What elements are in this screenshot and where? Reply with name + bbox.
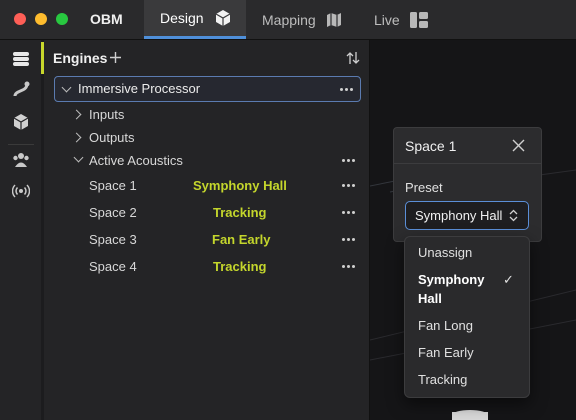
tree-row-processor[interactable]: Immersive Processor [54, 76, 361, 102]
close-window-button[interactable] [14, 13, 26, 25]
inputs-label: Inputs [89, 107, 125, 122]
sidebar-divider [8, 144, 34, 145]
space-name: Space 3 [89, 232, 137, 247]
processor-label: Immersive Processor [78, 81, 201, 96]
chevron-up-down-icon [509, 209, 518, 222]
checkmark-icon: ✓ [503, 272, 514, 287]
preset-dropdown-menu: Unassign Symphony Hall ✓ Fan Long Fan Ea… [404, 236, 530, 398]
popover-title: Space 1 [405, 138, 457, 154]
menu-item-symphony-hall[interactable]: Symphony Hall ✓ [418, 272, 518, 308]
popover-divider [394, 163, 541, 164]
menu-item-tracking[interactable]: Tracking [418, 372, 467, 387]
more-options-icon[interactable] [342, 265, 356, 269]
space-preset: Fan Early [212, 232, 271, 247]
panel-title: Engines [53, 50, 108, 66]
cube-icon [215, 10, 230, 26]
space-name: Space 4 [89, 259, 137, 274]
engines-panel: Engines Immersive Processor Inputs Outpu… [44, 40, 370, 420]
tab-mapping[interactable]: Mapping [262, 0, 352, 39]
cube-icon[interactable] [12, 113, 30, 131]
menu-item-unassign[interactable]: Unassign [418, 245, 472, 260]
acoustics-label: Active Acoustics [89, 153, 183, 168]
app-name: OBM [90, 11, 123, 27]
people-icon[interactable] [12, 151, 30, 169]
tab-live[interactable]: Live [374, 0, 434, 39]
chevron-down-icon[interactable] [73, 152, 84, 163]
outputs-label: Outputs [89, 130, 135, 145]
chevron-right-icon[interactable] [71, 109, 82, 120]
more-options-icon[interactable] [342, 238, 356, 242]
more-options-icon[interactable] [342, 184, 356, 188]
zoom-window-button[interactable] [56, 13, 68, 25]
sort-icon[interactable] [346, 51, 360, 65]
path-icon[interactable] [12, 81, 30, 99]
map-icon [326, 12, 341, 27]
tab-live-label: Live [374, 11, 400, 28]
tab-design-label: Design [160, 10, 204, 26]
tab-mapping-label: Mapping [262, 11, 316, 28]
icon-sidebar [0, 40, 41, 420]
close-icon[interactable] [512, 139, 525, 152]
more-options-icon[interactable] [342, 211, 356, 215]
space-popover: Space 1 Preset Symphony Hall [393, 127, 542, 242]
space-preset: Tracking [213, 259, 267, 274]
broadcast-icon[interactable] [12, 182, 30, 200]
add-engine-button[interactable] [110, 52, 121, 63]
preset-select-value: Symphony Hall [415, 208, 503, 223]
chevron-right-icon[interactable] [71, 132, 82, 143]
more-options-icon[interactable] [340, 88, 354, 92]
minimize-window-button[interactable] [35, 13, 47, 25]
space-preset: Symphony Hall [193, 178, 287, 193]
space-name: Space 2 [89, 205, 137, 220]
chevron-down-icon[interactable] [61, 82, 72, 93]
preset-select[interactable]: Symphony Hall [405, 201, 529, 230]
tab-design[interactable]: Design [144, 0, 246, 39]
dashboard-icon [409, 11, 428, 28]
space-preset: Tracking [213, 205, 267, 220]
menu-item-fan-long[interactable]: Fan Long [418, 318, 473, 333]
more-options-icon[interactable] [342, 159, 356, 163]
title-bar: OBM Design Mapping Live [0, 0, 576, 40]
space-name: Space 1 [89, 178, 137, 193]
menu-item-label-line1: Symphony [418, 272, 485, 287]
menu-item-fan-early[interactable]: Fan Early [418, 345, 474, 360]
preset-label: Preset [405, 180, 443, 195]
database-icon[interactable] [12, 50, 30, 68]
menu-item-label-line2: Hall [418, 291, 442, 306]
